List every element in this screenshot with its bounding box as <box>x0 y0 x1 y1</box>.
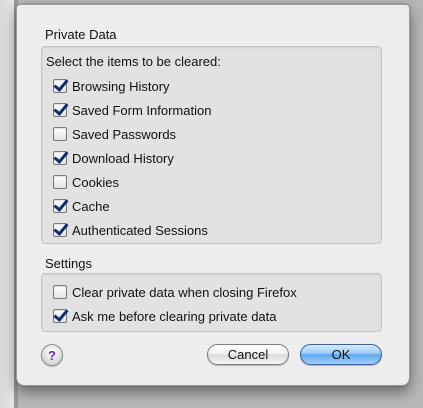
checkbox-label: Saved Form Information <box>72 102 212 118</box>
ok-button[interactable]: OK <box>300 344 382 365</box>
saved-passwords-checkbox[interactable]: Saved Passwords <box>53 125 176 143</box>
clear-on-close-checkbox[interactable]: Clear private data when closing Firefox <box>53 283 297 301</box>
checkbox-box <box>53 79 67 93</box>
help-icon: ? <box>48 347 56 363</box>
download-history-checkbox[interactable]: Download History <box>53 149 174 167</box>
checkbox-box <box>53 285 67 299</box>
settings-title: Settings <box>45 256 92 271</box>
checkbox-box <box>53 103 67 117</box>
ask-before-clearing-checkbox[interactable]: Ask me before clearing private data <box>53 307 277 325</box>
authenticated-sessions-checkbox[interactable]: Authenticated Sessions <box>53 221 208 239</box>
checkbox-box <box>53 175 67 189</box>
browsing-history-checkbox[interactable]: Browsing History <box>53 77 170 95</box>
saved-form-information-checkbox[interactable]: Saved Form Information <box>53 101 211 119</box>
checkbox-box <box>53 309 67 323</box>
clear-private-data-dialog: Private Data Select the items to be clea… <box>16 4 410 386</box>
help-button[interactable]: ? <box>41 344 63 366</box>
private-data-title: Private Data <box>45 27 117 42</box>
checkbox-label: Saved Passwords <box>72 126 177 142</box>
settings-group: Clear private data when closing Firefox … <box>41 273 382 332</box>
checkbox-label: Clear private data when closing Firefox <box>72 284 297 300</box>
checkbox-label: Download History <box>72 150 174 166</box>
checkbox-label: Cache <box>72 198 110 214</box>
cookies-checkbox[interactable]: Cookies <box>53 173 119 191</box>
checkbox-box <box>53 127 67 141</box>
checkbox-label: Cookies <box>72 174 119 190</box>
checkbox-label: Authenticated Sessions <box>72 222 208 238</box>
cancel-button[interactable]: Cancel <box>207 344 289 365</box>
checkbox-label: Browsing History <box>72 78 170 94</box>
checkbox-box <box>53 151 67 165</box>
private-data-group: Select the items to be cleared: Browsing… <box>41 46 382 244</box>
checkbox-box <box>53 199 67 213</box>
checkbox-label: Ask me before clearing private data <box>72 308 277 324</box>
cache-checkbox[interactable]: Cache <box>53 197 110 215</box>
checkbox-box <box>53 223 67 237</box>
instructions-label: Select the items to be cleared: <box>46 54 221 69</box>
